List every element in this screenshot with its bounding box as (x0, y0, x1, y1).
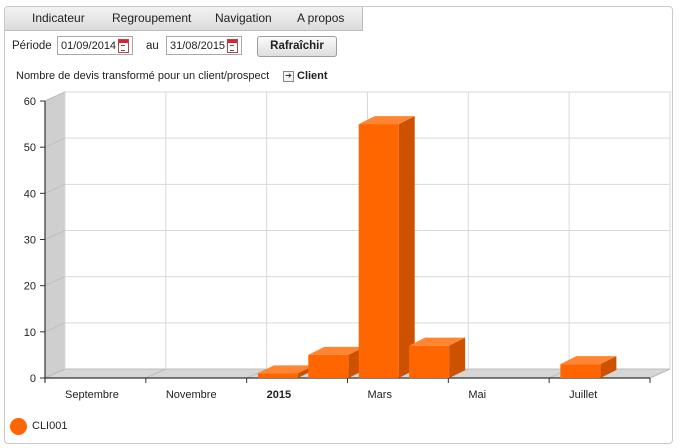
bar-front (257, 373, 298, 378)
y-tick-label: 10 (24, 327, 36, 339)
legend-marker[interactable] (10, 418, 27, 435)
bar-side (398, 116, 415, 378)
y-tick-label: 30 (24, 235, 36, 247)
x-tick-label: Mai (468, 389, 486, 401)
x-tick-label: Novembre (166, 389, 217, 401)
y-tick-label: 20 (24, 281, 36, 293)
y-tick-label: 50 (24, 142, 36, 154)
bar[interactable] (409, 337, 466, 378)
y-tick-label: 60 (24, 96, 36, 108)
bar-chart: 0 10 20 30 40 50 60 Septembre Novembre 2015 Mars Ma… (24, 91, 671, 401)
bar-front (409, 345, 450, 378)
bar-front (560, 364, 601, 378)
y-tick-label: 40 (24, 188, 36, 200)
bar[interactable] (358, 116, 415, 378)
bar-front (358, 124, 399, 378)
x-tick-label: 2015 (267, 389, 291, 401)
bar[interactable] (308, 346, 365, 378)
x-tick-label: Juillet (569, 389, 597, 401)
x-tick-label: Mars (368, 389, 393, 401)
bar-front (308, 354, 349, 378)
x-tick-label: Septembre (65, 389, 119, 401)
legend-label[interactable]: CLI001 (32, 420, 67, 432)
y-tick-label: 0 (30, 373, 36, 385)
